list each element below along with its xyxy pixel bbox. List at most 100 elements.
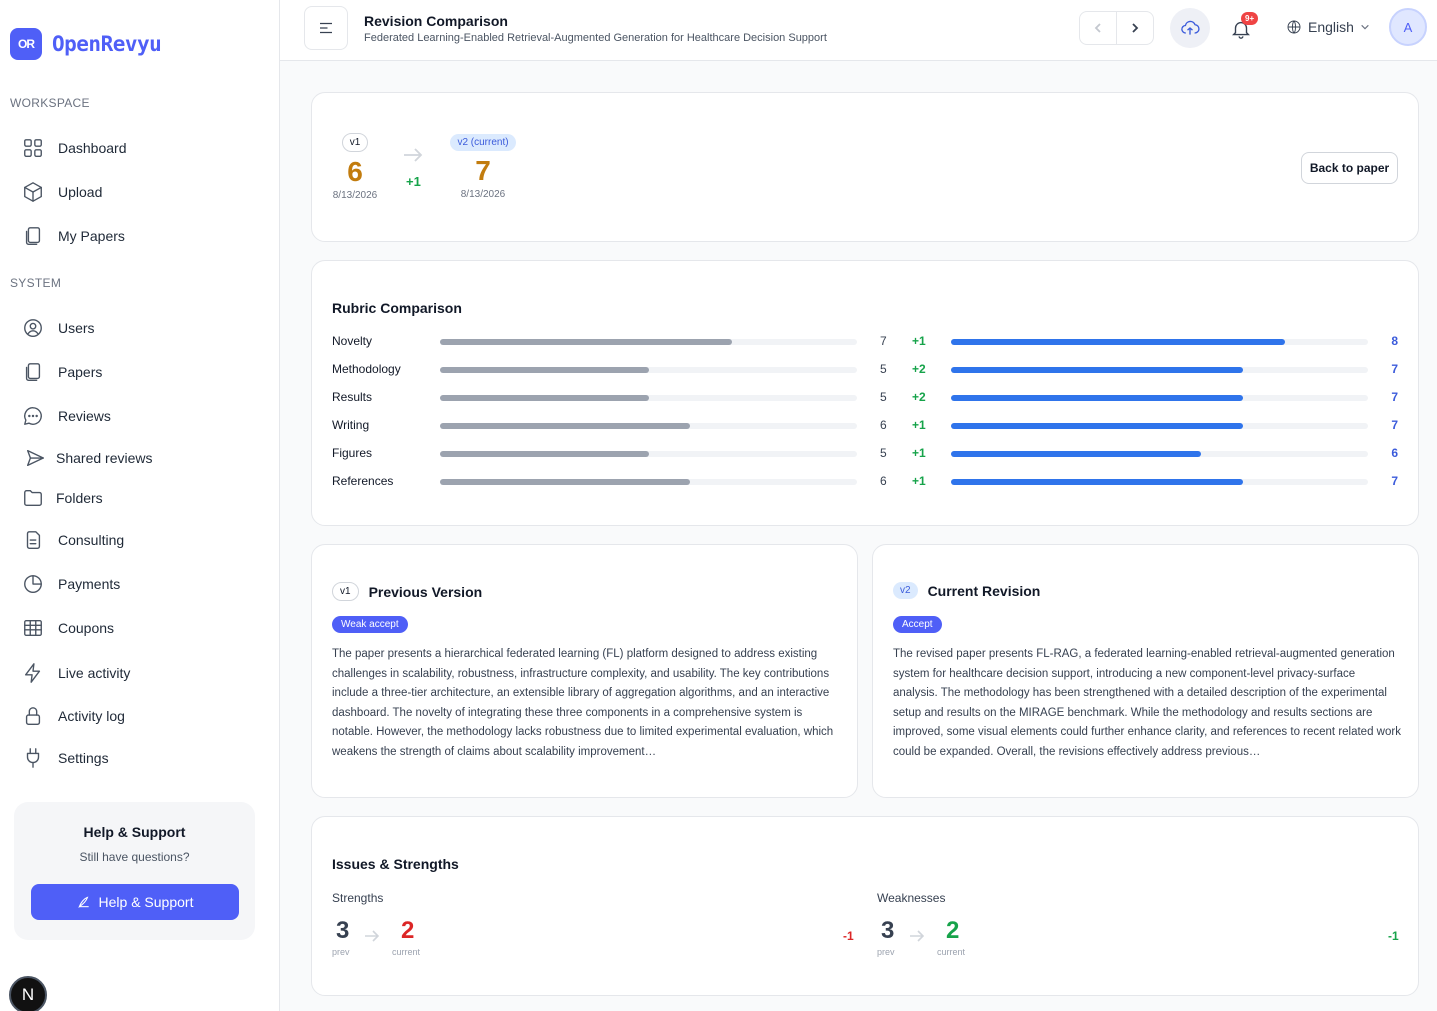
rubric-row-figures: Figures 5 +1 6 xyxy=(332,446,1398,462)
sidebar-item-label: My Papers xyxy=(58,228,125,244)
current-score-fill xyxy=(951,479,1243,485)
arrow-right-icon xyxy=(909,929,925,943)
box-icon xyxy=(24,182,42,202)
plug-icon xyxy=(26,748,40,768)
decision-badge: Weak accept xyxy=(332,616,408,633)
score-delta: +2 xyxy=(912,390,926,404)
previous-version-summary: The paper presents a hierarchical federa… xyxy=(332,648,834,758)
globe-icon xyxy=(1287,20,1301,34)
sidebar-item-label: Users xyxy=(58,320,95,336)
sidebar: OR OpenRevyu WORKSPACE Dashboard Upload … xyxy=(0,0,280,1011)
v2-score: 7 xyxy=(475,155,491,186)
sidebar-item-papers[interactable]: Papers xyxy=(22,360,102,384)
sidebar-item-consulting[interactable]: Consulting xyxy=(22,528,124,552)
prev-score-fill xyxy=(440,423,691,429)
previous-version-header: v1 Previous Version xyxy=(332,582,482,601)
sidebar-item-label: Dashboard xyxy=(58,140,127,156)
language-selector[interactable]: English xyxy=(1286,19,1370,35)
menu-toggle-button[interactable] xyxy=(304,6,348,50)
current-score-fill xyxy=(951,367,1243,373)
notifications-button[interactable]: 9+ xyxy=(1230,12,1259,42)
prev-score: 6 xyxy=(880,418,887,432)
decision-badge: Accept xyxy=(893,616,942,633)
sidebar-item-reviews[interactable]: Reviews xyxy=(22,404,111,428)
documents-icon xyxy=(25,227,41,245)
weaknesses-label: Weaknesses xyxy=(877,891,946,905)
sidebar-item-activity-log[interactable]: Activity log xyxy=(22,704,125,728)
current-revision-summary: The revised paper presents FL-RAG, a fed… xyxy=(893,648,1401,758)
user-avatar[interactable]: A xyxy=(1389,8,1427,46)
rubric-comparison-card: Rubric Comparison Novelty 7 +1 8 Methodology… xyxy=(311,260,1419,526)
rubric-label: Methodology xyxy=(332,362,401,376)
weaknesses-delta: -1 xyxy=(1388,929,1399,943)
current-score-bar xyxy=(951,423,1368,429)
prev-score: 6 xyxy=(880,474,887,488)
current-score-fill xyxy=(951,395,1243,401)
prev-score-bar xyxy=(440,479,857,485)
dev-indicator-avatar[interactable]: N xyxy=(9,976,47,1011)
back-to-paper-button[interactable]: Back to paper xyxy=(1301,152,1398,184)
prev-score: 5 xyxy=(880,390,887,404)
grid-icon xyxy=(24,139,42,157)
cloud-upload-button[interactable] xyxy=(1170,8,1210,48)
sidebar-item-settings[interactable]: Settings xyxy=(22,746,109,770)
sidebar-item-coupons[interactable]: Coupons xyxy=(22,616,114,640)
sidebar-item-label: Coupons xyxy=(58,620,115,636)
prev-score-fill xyxy=(440,479,691,485)
sidebar-item-folders[interactable]: Folders xyxy=(22,486,103,510)
next-button[interactable] xyxy=(1117,12,1153,44)
app-logo[interactable]: OR OpenRevyu xyxy=(10,28,162,60)
sidebar-item-payments[interactable]: Payments xyxy=(22,572,120,596)
weaknesses-current-count: 2 xyxy=(946,917,960,944)
rubric-row-references: References 6 +1 7 xyxy=(332,474,1398,490)
current-score-fill xyxy=(951,423,1243,429)
page-subtitle: Federated Learning-Enabled Retrieval-Aug… xyxy=(364,32,827,44)
prev-score: 5 xyxy=(880,362,887,376)
clipboard-icon xyxy=(26,531,41,549)
prev-score-bar xyxy=(440,367,857,373)
issues-strengths-card: Issues & Strengths Strengths 3 prev 2 cu… xyxy=(311,816,1419,996)
prev-score-fill xyxy=(440,339,732,345)
sidebar-item-label: Folders xyxy=(56,490,103,506)
rubric-label: References xyxy=(332,474,394,488)
sidebar-item-shared-reviews[interactable]: Shared reviews xyxy=(24,446,153,470)
sidebar-item-users[interactable]: Users xyxy=(22,316,95,340)
pie-chart-icon xyxy=(24,575,42,593)
help-support-button[interactable]: Help & Support xyxy=(31,884,239,920)
sidebar-item-upload[interactable]: Upload xyxy=(22,180,102,204)
lightning-icon xyxy=(24,663,41,683)
prev-score-fill xyxy=(440,367,649,373)
sidebar-item-my-papers[interactable]: My Papers xyxy=(22,224,125,248)
current-score-bar xyxy=(951,395,1368,401)
rubric-label: Figures xyxy=(332,446,373,460)
language-label: English xyxy=(1308,19,1354,35)
sidebar-item-label: Shared reviews xyxy=(56,450,153,466)
help-support-card: Help & Support Still have questions? Hel… xyxy=(14,802,255,940)
strengths-label: Strengths xyxy=(332,891,384,905)
prev-score-fill xyxy=(440,395,649,401)
rubric-row-results: Results 5 +2 7 xyxy=(332,390,1398,406)
notification-badge: 9+ xyxy=(1241,12,1259,25)
help-subtitle: Still have questions? xyxy=(79,850,190,864)
sidebar-item-label: Payments xyxy=(58,576,121,592)
sidebar-item-live-activity[interactable]: Live activity xyxy=(22,661,130,685)
sidebar-item-dashboard[interactable]: Dashboard xyxy=(22,136,127,160)
current-score-bar xyxy=(951,451,1368,457)
rubric-row-writing: Writing 6 +1 7 xyxy=(332,418,1398,434)
sidebar-item-label: Settings xyxy=(58,750,109,766)
cloud-upload-icon xyxy=(1181,20,1200,35)
weaknesses-prev-label: prev xyxy=(877,947,895,957)
current-score: 7 xyxy=(1391,362,1398,376)
rubric-row-novelty: Novelty 7 +1 8 xyxy=(332,334,1398,350)
v2-pill: v2 (current) xyxy=(450,134,516,151)
strengths-current-count: 2 xyxy=(401,917,415,944)
score-delta: +1 xyxy=(912,418,926,432)
v1-pill: v1 xyxy=(341,133,369,152)
v1-score: 6 xyxy=(347,156,363,187)
previous-button[interactable] xyxy=(1080,12,1117,44)
sidebar-item-label: Activity log xyxy=(58,708,125,724)
prev-score-bar xyxy=(440,451,857,457)
lock-icon xyxy=(25,707,41,725)
logo-mark: OR xyxy=(10,28,42,60)
sidebar-item-label: Upload xyxy=(58,184,103,200)
